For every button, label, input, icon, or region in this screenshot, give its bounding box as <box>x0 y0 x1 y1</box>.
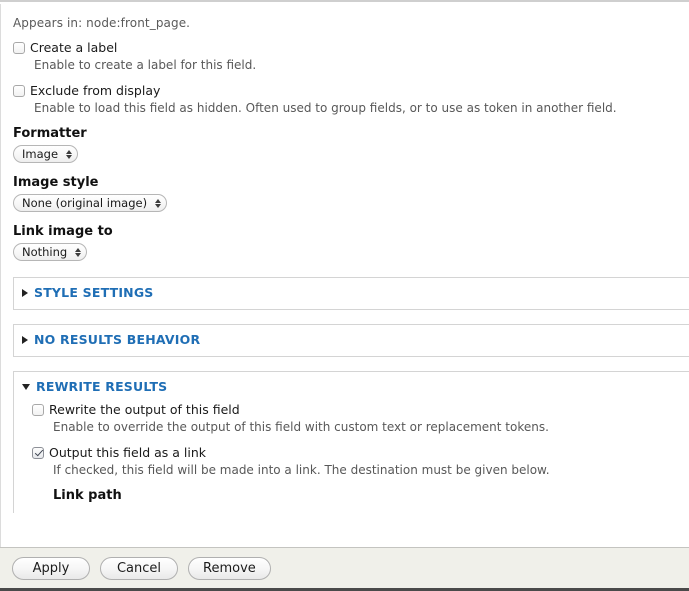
chevron-down-icon <box>22 384 30 390</box>
link-image-to-label: Link image to <box>13 224 113 239</box>
fieldset-no-results-behavior[interactable]: NO RESULTS BEHAVIOR <box>13 324 689 357</box>
checkbox-row-create-a-label[interactable]: Create a label <box>13 40 677 55</box>
fieldset-title-no-results-behavior: NO RESULTS BEHAVIOR <box>34 332 201 347</box>
chevron-right-icon <box>22 289 28 297</box>
rewrite-the-output-of-this-field-label: Rewrite the output of this field <box>49 402 240 417</box>
stepper-arrows-icon <box>74 247 81 257</box>
chevron-right-icon <box>22 336 28 344</box>
form-item-output-this-field-as-a-link: Output this field as a link If checked, … <box>32 445 689 478</box>
rewrite-the-output-of-this-field-description: Enable to override the output of this fi… <box>53 420 549 434</box>
fieldset-rewrite-results[interactable]: REWRITE RESULTS Rewrite the output of th… <box>13 371 689 513</box>
image-style-label: Image style <box>13 175 99 190</box>
image-style-selected-value: None (original image) <box>22 196 148 210</box>
create-a-label-checkbox[interactable] <box>13 41 25 54</box>
field-settings-modal: Appears in: node:front_page. Create a la… <box>0 0 689 591</box>
fieldset-body-rewrite-results: Rewrite the output of this field Enable … <box>14 402 689 513</box>
apply-button[interactable]: Apply <box>12 556 90 580</box>
link-image-to-selected-value: Nothing <box>22 245 68 259</box>
appears-in-text: Appears in: node:front_page. <box>13 16 191 30</box>
stepper-arrows-icon <box>154 198 161 208</box>
image-style-select[interactable]: None (original image) <box>13 194 168 212</box>
output-this-field-as-a-link-label: Output this field as a link <box>49 445 207 460</box>
checkbox-row-exclude-from-display[interactable]: Exclude from display <box>13 83 677 98</box>
cancel-button[interactable]: Cancel <box>100 556 178 580</box>
exclude-from-display-label: Exclude from display <box>30 83 161 98</box>
formatter-selected-value: Image <box>22 147 59 161</box>
link-image-to-select[interactable]: Nothing <box>13 243 88 261</box>
output-this-field-as-a-link-description: If checked, this field will be made into… <box>53 463 550 477</box>
checkbox-row-rewrite-the-output-of-this-field[interactable]: Rewrite the output of this field <box>32 402 689 417</box>
exclude-from-display-checkbox[interactable] <box>13 84 25 97</box>
exclude-from-display-description: Enable to load this field as hidden. Oft… <box>34 101 617 115</box>
fieldset-legend-rewrite-results[interactable]: REWRITE RESULTS <box>14 372 689 402</box>
fieldset-legend-style-settings[interactable]: STYLE SETTINGS <box>14 278 689 308</box>
form-item-image-style: Image style None (original image) <box>13 175 677 212</box>
create-a-label-description: Enable to create a label for this field. <box>34 58 257 72</box>
link-path-label: Link path <box>53 488 122 503</box>
checkbox-row-output-this-field-as-a-link[interactable]: Output this field as a link <box>32 445 689 460</box>
fieldset-style-settings[interactable]: STYLE SETTINGS <box>13 277 689 310</box>
remove-button[interactable]: Remove <box>188 556 271 580</box>
fieldset-legend-no-results-behavior[interactable]: NO RESULTS BEHAVIOR <box>14 325 689 355</box>
form-item-link-image-to: Link image to Nothing <box>13 224 677 261</box>
formatter-label: Formatter <box>13 126 87 141</box>
fieldset-title-rewrite-results: REWRITE RESULTS <box>36 379 168 394</box>
modal-footer-actions: Apply Cancel Remove <box>0 547 689 591</box>
form-item-exclude-from-display: Exclude from display Enable to load this… <box>13 83 677 116</box>
stepper-arrows-icon <box>65 149 72 159</box>
form-item-create-a-label: Create a label Enable to create a label … <box>13 40 677 73</box>
create-a-label-label: Create a label <box>30 40 118 55</box>
fieldset-title-style-settings: STYLE SETTINGS <box>34 285 154 300</box>
formatter-select[interactable]: Image <box>13 145 79 163</box>
modal-scroll-body[interactable]: Appears in: node:front_page. Create a la… <box>0 4 689 547</box>
form-item-rewrite-the-output-of-this-field: Rewrite the output of this field Enable … <box>32 402 689 435</box>
form-item-formatter: Formatter Image <box>13 126 677 163</box>
rewrite-the-output-of-this-field-checkbox[interactable] <box>32 403 44 416</box>
output-this-field-as-a-link-checkbox[interactable] <box>32 446 44 459</box>
